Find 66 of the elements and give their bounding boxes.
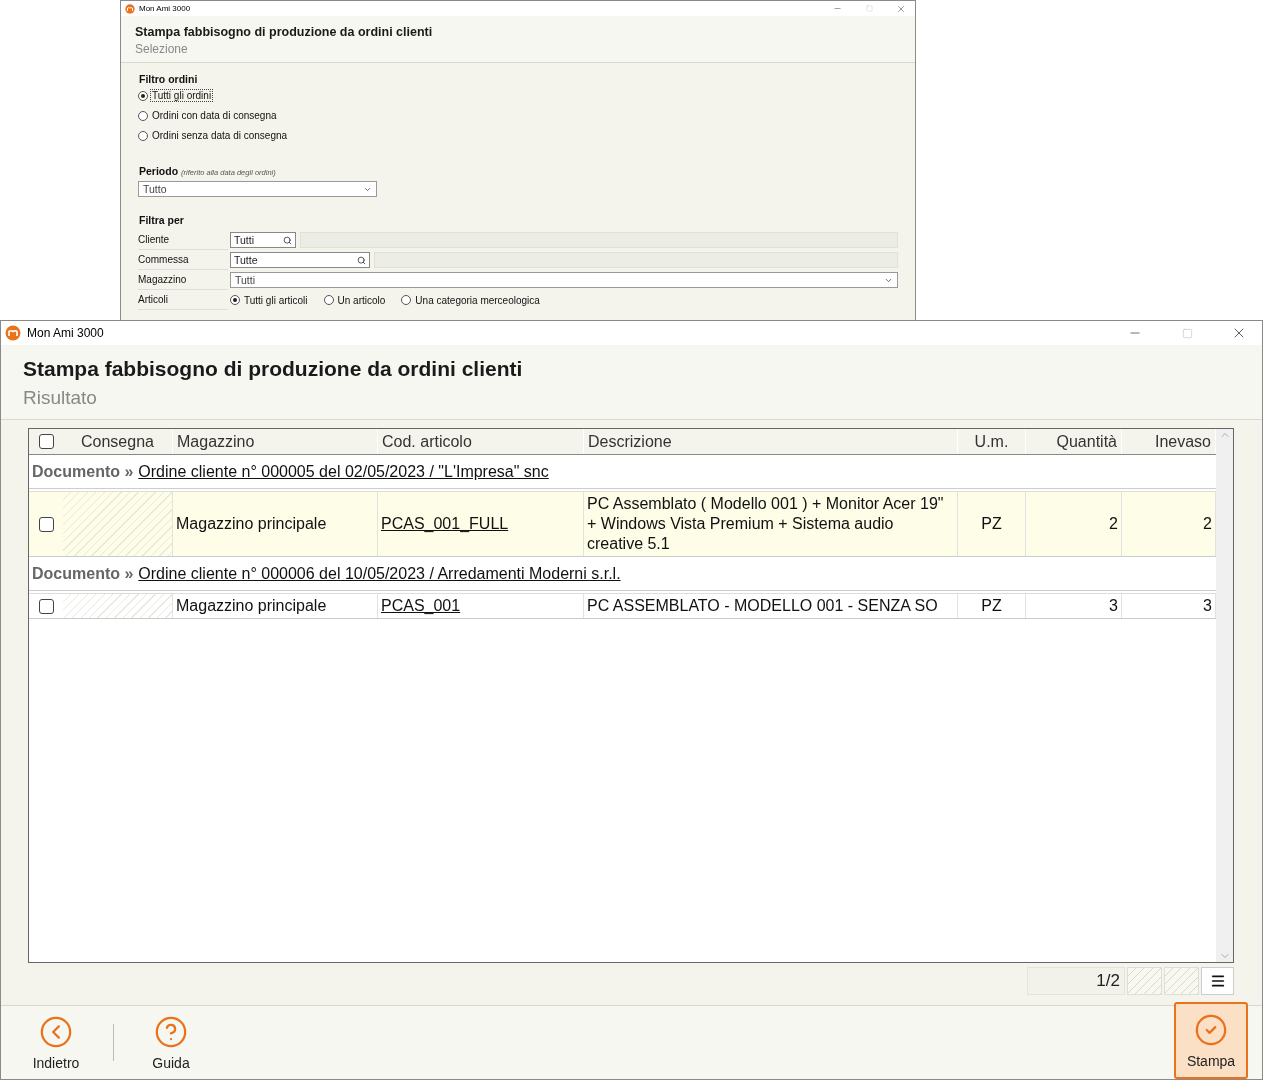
section-title: Filtra per — [139, 214, 185, 226]
radio-label[interactable]: Un articolo — [335, 293, 388, 307]
column-header[interactable]: Cod. articolo — [378, 429, 584, 454]
table-row[interactable]: Magazzino principale PCAS_001_FULL PC Assemblato ( Modello 001 ) + Monitor Acer 19" + Windows Vista Premium + Sistema audio creative 5.1 PZ 2 2 — [29, 491, 1216, 557]
item-code-link[interactable]: PCAS_001 — [381, 596, 461, 616]
column-header[interactable]: Descrizione — [584, 429, 958, 454]
table-cell: PZ — [958, 594, 1026, 618]
radio-button[interactable] — [401, 295, 412, 305]
help-button[interactable]: Guida — [130, 1006, 212, 1079]
table-cell: Magazzino principale — [173, 594, 378, 618]
table-cell: PC Assemblato ( Modello 001 ) + Monitor Acer 19" + Windows Vista Premium + Sistema audio creative 5.1 — [584, 492, 958, 556]
field-label: Articoli — [138, 290, 228, 310]
back-button[interactable]: Indietro — [15, 1006, 97, 1079]
radio-label[interactable]: Ordini con data di consegna — [150, 109, 279, 122]
radio-label[interactable]: Tutti gli articoli — [242, 293, 310, 307]
page-title: Stampa fabbisogno di produzione da ordini clienti — [23, 357, 524, 381]
table-cell: 2 — [1026, 492, 1122, 556]
radio-button[interactable] — [323, 295, 334, 305]
menu-icon — [1209, 973, 1226, 989]
table-cell: Magazzino principale — [173, 492, 378, 556]
radio-button[interactable] — [138, 130, 148, 141]
column-header[interactable]: Consegna — [63, 429, 173, 454]
warehouse-dropdown[interactable]: Tutti — [230, 272, 898, 288]
radio-button[interactable] — [138, 110, 148, 121]
check-circle-icon — [1194, 1012, 1228, 1047]
field-label: Cliente — [138, 230, 228, 250]
print-button[interactable]: Stampa — [1174, 1002, 1248, 1079]
page-title: Stampa fabbisogno di produzione da ordini clienti — [135, 25, 434, 39]
item-code-link[interactable]: PCAS_001_FULL — [381, 514, 509, 534]
window-title: Mon Ami 3000 — [27, 326, 105, 340]
radio-label[interactable]: Ordini senza data di consegna — [150, 129, 290, 142]
page-subtitle: Selezione — [135, 42, 189, 56]
menu-button[interactable] — [1201, 967, 1234, 995]
search-icon — [357, 255, 366, 265]
period-dropdown[interactable]: Tutto — [138, 181, 377, 197]
column-header[interactable]: Quantità — [1026, 429, 1122, 454]
row-checkbox[interactable] — [38, 516, 54, 532]
radio-button[interactable] — [138, 90, 148, 101]
select-all-checkbox[interactable] — [38, 434, 54, 449]
table-cell: PZ — [958, 492, 1026, 556]
radio-button[interactable] — [230, 295, 240, 305]
search-field[interactable]: Tutte — [230, 252, 370, 268]
chevron-left-circle-icon — [39, 1014, 73, 1049]
radio-label[interactable]: Una categoria merceologica — [413, 293, 542, 307]
section-title: Filtro ordini — [139, 73, 199, 85]
radio-label[interactable]: Tutti gli ordini — [150, 89, 214, 102]
table-cell: PC ASSEMBLATO - MODELLO 001 - SENZA SO — [584, 594, 958, 618]
group-label: Documento » — [32, 564, 134, 583]
app-logo-icon — [5, 325, 21, 341]
row-checkbox[interactable] — [38, 598, 54, 614]
section-title: Periodo — [139, 165, 179, 177]
search-icon — [283, 235, 292, 245]
table-row[interactable]: Magazzino principale PCAS_001 PC ASSEMBLATO - MODELLO 001 - SENZA SO PZ 3 3 — [29, 593, 1216, 619]
document-link[interactable]: Ordine cliente n° 000006 del 10/05/2023 / Arredamenti Moderni s.r.l. — [138, 564, 621, 583]
window-title: Mon Ami 3000 — [139, 4, 192, 13]
column-header[interactable]: U.m. — [958, 429, 1026, 454]
group-label: Documento » — [32, 462, 134, 481]
search-field[interactable]: Tutti — [230, 232, 296, 248]
document-link[interactable]: Ordine cliente n° 000005 del 02/05/2023 / "L'Impresa" snc — [138, 462, 549, 481]
field-label: Commessa — [138, 250, 228, 270]
question-circle-icon — [154, 1014, 188, 1049]
table-cell: 3 — [1026, 594, 1122, 618]
field-label: Magazzino — [138, 270, 228, 290]
column-header[interactable]: Magazzino — [173, 429, 378, 454]
page-subtitle: Risultato — [23, 387, 98, 409]
page-indicator: 1/2 — [1027, 967, 1125, 995]
